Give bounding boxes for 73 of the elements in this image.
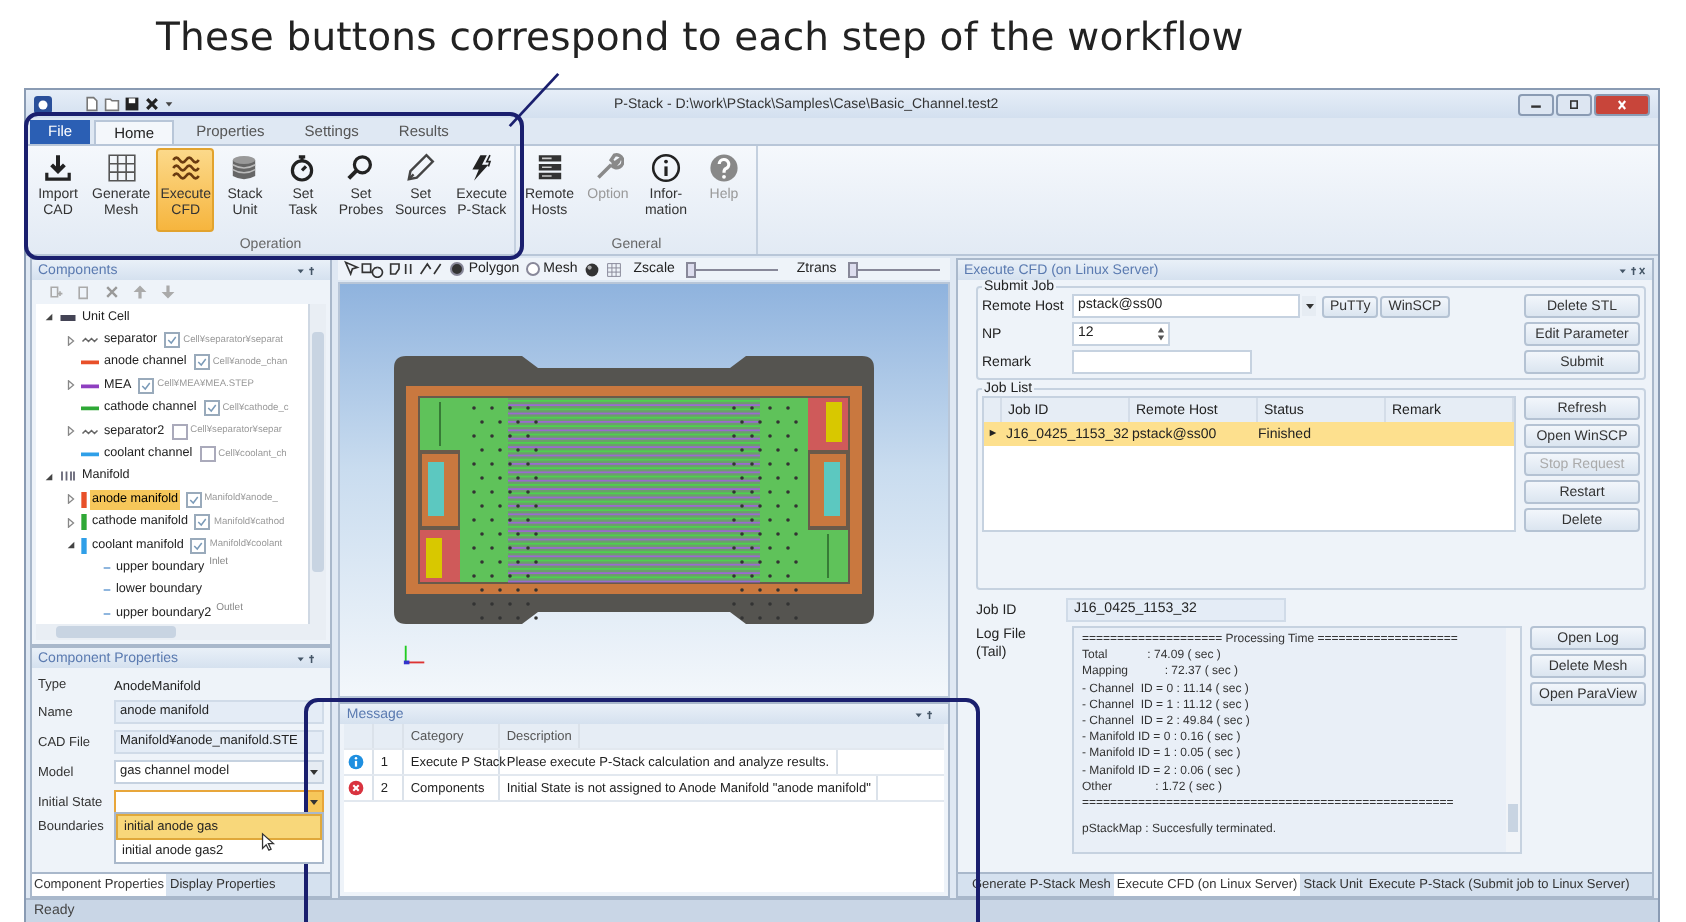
leader-line (504, 72, 564, 128)
app-logo-icon (34, 95, 52, 113)
vertical-scrollbar[interactable] (308, 304, 327, 624)
slider[interactable] (686, 261, 779, 277)
maximize-button[interactable] (1556, 93, 1592, 115)
spinner-arrows-icon[interactable] (1156, 326, 1166, 342)
grid-icon (105, 152, 138, 184)
check-icon (140, 379, 153, 392)
close-file-icon[interactable] (144, 96, 160, 112)
minimize-button[interactable] (1518, 93, 1554, 115)
download-icon (42, 152, 74, 184)
checkbox[interactable] (164, 332, 181, 349)
dropdown-caret-icon (308, 766, 321, 778)
expanded-arrow-icon[interactable] (44, 312, 54, 323)
checkbox[interactable] (203, 400, 220, 417)
add-icon[interactable] (48, 284, 64, 300)
collapsed-arrow-icon[interactable] (66, 380, 76, 391)
annotation-caption: These buttons correspond to each step of the workflow (154, 12, 1246, 64)
close-icon (1614, 99, 1630, 109)
3d-viewport[interactable] (338, 282, 950, 698)
save-icon[interactable] (124, 96, 140, 112)
expanded-arrow-icon[interactable] (44, 471, 54, 482)
checkbox[interactable] (194, 514, 211, 531)
dropdown-caret-icon (308, 796, 321, 808)
dropdown-caret-icon[interactable] (164, 96, 174, 112)
wrench-icon (591, 152, 624, 184)
collapsed-arrow-icon[interactable] (66, 335, 76, 346)
checkbox[interactable] (185, 491, 202, 508)
close-button[interactable] (1594, 93, 1650, 115)
panel-pin-icon[interactable] (1618, 265, 1646, 275)
remark-field[interactable] (1072, 350, 1252, 374)
checkbox[interactable] (199, 446, 216, 463)
checkbox[interactable] (171, 423, 188, 440)
info-icon (649, 152, 682, 184)
wave-icon (79, 425, 99, 438)
checkbox[interactable] (193, 354, 210, 371)
view-tools-icon[interactable] (344, 260, 445, 278)
dropdown-caret-icon[interactable] (1303, 300, 1315, 312)
wave-icon (79, 334, 99, 347)
pen-icon (404, 152, 437, 184)
waves-icon (169, 152, 202, 184)
check-icon (166, 334, 179, 347)
collapsed-arrow-icon[interactable] (66, 494, 76, 505)
server-icon (533, 152, 566, 184)
dropdown[interactable] (114, 790, 325, 814)
move-down-icon[interactable] (160, 284, 176, 300)
collapsed-arrow-icon[interactable] (66, 517, 76, 528)
delete-icon[interactable] (104, 284, 120, 300)
checkbox[interactable] (190, 537, 207, 554)
vertical-scrollbar[interactable] (1506, 628, 1520, 852)
checkbox[interactable] (138, 377, 155, 394)
copy-icon[interactable] (76, 284, 92, 300)
stack-icon (228, 152, 261, 184)
folder-icon[interactable] (104, 96, 120, 112)
expanded-arrow-icon[interactable] (66, 540, 76, 551)
magnifier-icon (344, 152, 377, 184)
minimize-icon (1528, 99, 1544, 109)
new-file-icon[interactable] (84, 96, 100, 112)
move-up-icon[interactable] (132, 284, 148, 300)
slider[interactable] (848, 261, 941, 277)
row-pointer-icon (988, 427, 998, 437)
mouse-cursor-icon (260, 832, 276, 852)
horizontal-scrollbar[interactable] (36, 624, 327, 640)
collapsed-arrow-icon[interactable] (66, 426, 76, 437)
cell-icon (57, 311, 77, 324)
manifold-icon (57, 470, 77, 483)
maximize-icon (1566, 99, 1582, 109)
help-icon (707, 152, 740, 184)
stopwatch-icon (286, 152, 319, 184)
check-icon (195, 356, 208, 369)
sphere-icon[interactable] (583, 261, 600, 277)
log-text-area[interactable] (1072, 626, 1522, 854)
check-icon (205, 402, 218, 415)
